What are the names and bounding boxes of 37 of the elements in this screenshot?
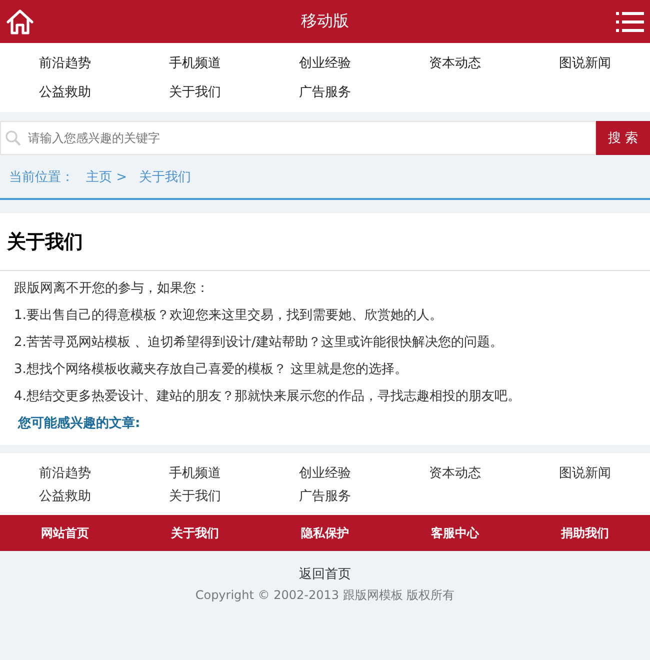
footer-bar-link[interactable]: 隐私保护 bbox=[301, 524, 349, 542]
search-button[interactable]: 搜 索 bbox=[596, 121, 650, 155]
nav-link[interactable]: 资本动态 bbox=[429, 52, 481, 75]
nav-link[interactable]: 关于我们 bbox=[169, 81, 221, 104]
article-paragraph: 4.想结交更多热爱设计、建站的朋友？那就快来展示您的作品，寻找志趣相投的朋友吧。 bbox=[14, 388, 522, 406]
footer-bar-link[interactable]: 关于我们 bbox=[171, 524, 219, 542]
breadcrumb-label: 当前位置： bbox=[9, 168, 74, 186]
back-home-link[interactable]: 返回首页 bbox=[299, 565, 351, 583]
article-paragraph: 3.想找个网络模板收藏夹存放自己喜爱的模板？ 这里就是您的选择。 bbox=[14, 361, 409, 379]
footer-bar-link[interactable]: 网站首页 bbox=[41, 524, 89, 542]
footer-nav-link[interactable]: 前沿趋势 bbox=[39, 462, 91, 485]
footer-nav-link[interactable]: 广告服务 bbox=[299, 485, 351, 508]
page-title: 移动版 bbox=[301, 11, 349, 32]
search-field[interactable]: 请输入您感兴趣的关键字 bbox=[0, 121, 596, 155]
article-paragraph: 2.苦苦寻觅网站模板 、迫切希望得到设计/建站帮助？这里或许能很快解决您的问题。 bbox=[14, 334, 504, 352]
footer-bar-link[interactable]: 客服中心 bbox=[431, 524, 479, 542]
footer-nav-link[interactable]: 公益救助 bbox=[39, 485, 91, 508]
footer-nav-link[interactable]: 图说新闻 bbox=[559, 462, 611, 485]
nav-link[interactable]: 广告服务 bbox=[299, 81, 351, 104]
footer-nav-link[interactable]: 创业经验 bbox=[299, 462, 351, 485]
footer-nav-link[interactable]: 关于我们 bbox=[169, 485, 221, 508]
nav-link[interactable]: 前沿趋势 bbox=[39, 52, 91, 75]
search-icon bbox=[5, 130, 21, 146]
footer-nav-link[interactable]: 资本动态 bbox=[429, 462, 481, 485]
nav-link[interactable]: 图说新闻 bbox=[559, 52, 611, 75]
article-title: 关于我们 bbox=[7, 230, 83, 254]
article-paragraph: 1.要出售自己的得意模板？欢迎您来这里交易，找到需要她、欣赏她的人。 bbox=[14, 307, 444, 325]
article-paragraph: 跟版网离不开您的参与，如果您： bbox=[14, 280, 210, 298]
footer-bar-link[interactable]: 捐助我们 bbox=[561, 524, 609, 542]
footer-nav-link[interactable]: 手机频道 bbox=[169, 462, 221, 485]
menu-icon[interactable] bbox=[616, 10, 644, 32]
related-heading: 您可能感兴趣的文章: bbox=[16, 414, 142, 433]
nav-link[interactable]: 公益救助 bbox=[39, 81, 91, 104]
copyright-text: Copyright © 2002-2013 跟版网模板 版权所有 bbox=[195, 587, 455, 604]
nav-link[interactable]: 手机频道 bbox=[169, 52, 221, 75]
nav-link[interactable]: 创业经验 bbox=[299, 52, 351, 75]
home-icon[interactable] bbox=[6, 8, 34, 34]
